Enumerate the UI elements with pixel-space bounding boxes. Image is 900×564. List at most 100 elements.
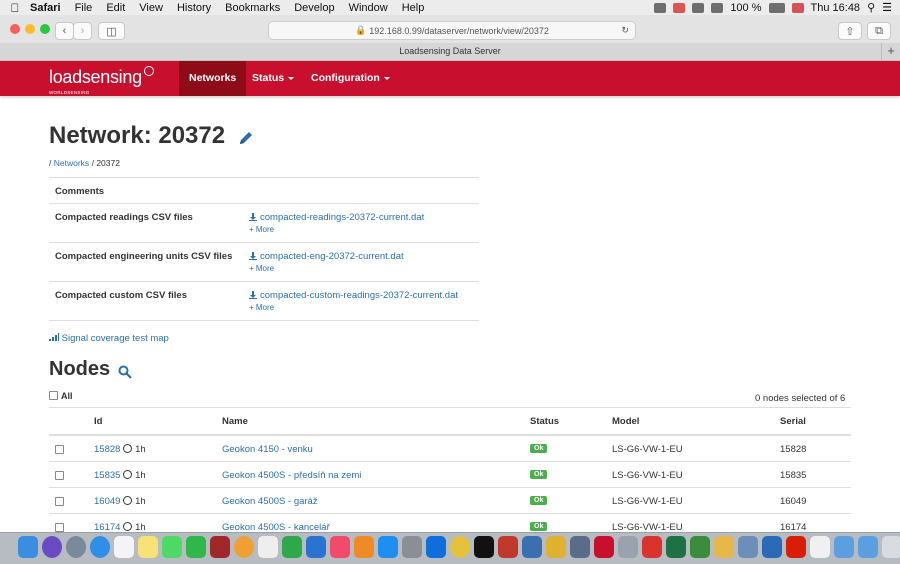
menu-help[interactable]: Help <box>402 2 425 14</box>
table-row[interactable]: 15835 1h Geokon 4500S - předsíň na zemi … <box>49 462 851 488</box>
app-icon[interactable] <box>546 536 566 558</box>
node-id-link[interactable]: 15828 <box>94 444 120 455</box>
column-header-model[interactable]: Model <box>612 416 639 427</box>
folder-icon[interactable] <box>858 536 878 558</box>
app-store-icon[interactable] <box>378 536 398 558</box>
menubar-clock[interactable]: Thu 16:48 <box>811 2 861 14</box>
pencil-icon[interactable] <box>238 130 254 146</box>
download-link[interactable]: compacted-readings-20372-current.dat <box>249 212 424 223</box>
volume-icon[interactable] <box>711 2 724 13</box>
app-icon[interactable] <box>594 536 614 558</box>
notes-icon[interactable] <box>138 536 158 558</box>
chrome-icon[interactable] <box>450 536 470 558</box>
sonos-icon[interactable] <box>474 536 494 558</box>
more-link[interactable]: + More <box>249 225 274 234</box>
brand-logo[interactable]: loadsensing WORLDSENSING <box>49 66 154 95</box>
trash-icon[interactable] <box>882 536 900 558</box>
battery-icon[interactable] <box>768 2 785 13</box>
parallels-icon[interactable] <box>642 536 662 558</box>
share-button[interactable]: ⇧ <box>838 22 862 40</box>
select-all[interactable]: All <box>49 391 73 401</box>
launchpad-icon[interactable] <box>66 536 86 558</box>
row-checkbox[interactable] <box>55 445 67 456</box>
keynote-icon[interactable] <box>306 536 326 558</box>
music-icon[interactable] <box>330 536 350 558</box>
menubar-app-name[interactable]: Safari <box>30 2 61 14</box>
siri-icon[interactable] <box>42 536 62 558</box>
finder-icon[interactable] <box>18 536 38 558</box>
spotlight-icon[interactable]: ⚲ <box>867 1 875 14</box>
window-close-button[interactable] <box>10 24 20 34</box>
outlook-icon[interactable] <box>762 536 782 558</box>
numbers-icon[interactable] <box>282 536 302 558</box>
app-icon[interactable] <box>522 536 542 558</box>
parallels-icon[interactable] <box>673 2 686 13</box>
column-header-id[interactable]: Id <box>94 416 102 427</box>
reminders-icon[interactable] <box>258 536 278 558</box>
app-icon[interactable] <box>570 536 590 558</box>
window-zoom-button[interactable] <box>40 24 50 34</box>
menu-history[interactable]: History <box>177 2 211 14</box>
flag-icon[interactable] <box>791 2 804 13</box>
document-icon[interactable] <box>810 536 830 558</box>
window-minimize-button[interactable] <box>25 24 35 34</box>
app-icon[interactable] <box>498 536 518 558</box>
excel-icon[interactable] <box>666 536 686 558</box>
sidebar-toggle-button[interactable]: ◫ <box>98 22 125 40</box>
menu-bookmarks[interactable]: Bookmarks <box>225 2 280 14</box>
node-name-link[interactable]: Geokon 4150 - venku <box>222 444 313 455</box>
safari-icon[interactable] <box>90 536 110 558</box>
tabs-overview-button[interactable]: ⧉ <box>867 22 891 40</box>
more-link[interactable]: + More <box>249 264 274 273</box>
row-checkbox[interactable] <box>55 471 67 482</box>
node-id-link[interactable]: 15835 <box>94 470 120 481</box>
facetime-icon[interactable] <box>186 536 206 558</box>
node-name-link[interactable]: Geokon 4500S - garáž <box>222 496 318 507</box>
breadcrumb-networks-link[interactable]: Networks <box>54 158 89 168</box>
calendar-icon[interactable] <box>114 536 134 558</box>
photos-icon[interactable] <box>234 536 254 558</box>
menu-window[interactable]: Window <box>349 2 388 14</box>
notification-center-icon[interactable]: ☰ <box>882 1 892 14</box>
column-header-name[interactable]: Name <box>222 416 248 427</box>
dropbox-icon[interactable] <box>654 2 667 13</box>
select-all-checkbox[interactable] <box>49 391 58 400</box>
forward-button[interactable]: › <box>73 22 92 40</box>
search-icon[interactable] <box>118 365 132 379</box>
nav-configuration[interactable]: Configuration <box>311 61 390 96</box>
tab-title[interactable]: Loadsensing Data Server <box>399 46 501 56</box>
folder-icon[interactable] <box>834 536 854 558</box>
system-preferences-icon[interactable] <box>402 536 422 558</box>
menu-file[interactable]: File <box>75 2 93 14</box>
column-header-status[interactable]: Status <box>530 416 559 427</box>
address-bar[interactable]: 🔒 192.168.0.99/dataserver/network/view/2… <box>268 21 636 40</box>
more-link[interactable]: + More <box>249 303 274 312</box>
photo-booth-icon[interactable] <box>210 536 230 558</box>
books-icon[interactable] <box>354 536 374 558</box>
reload-icon[interactable]: ↻ <box>621 25 629 36</box>
menu-develop[interactable]: Develop <box>294 2 334 14</box>
acrobat-icon[interactable] <box>786 536 806 558</box>
menu-edit[interactable]: Edit <box>106 2 125 14</box>
teamviewer-icon[interactable] <box>426 536 446 558</box>
table-row[interactable]: 15828 1h Geokon 4150 - venku Ok LS-G6-VW… <box>49 436 851 462</box>
app-icon[interactable] <box>618 536 638 558</box>
nav-status[interactable]: Status <box>252 61 295 96</box>
download-link[interactable]: compacted-eng-20372-current.dat <box>249 251 404 262</box>
row-checkbox[interactable] <box>55 497 67 508</box>
table-row[interactable]: 16049 1h Geokon 4500S - garáž Ok LS-G6-V… <box>49 488 851 514</box>
downloads-icon[interactable] <box>690 536 710 558</box>
new-tab-button[interactable]: + <box>881 43 900 60</box>
battery-percent[interactable]: 100 % <box>730 2 761 14</box>
signal-coverage-link[interactable]: Signal coverage test map <box>49 333 169 344</box>
apple-menu-icon[interactable]:  <box>0 1 30 15</box>
folder-icon[interactable] <box>714 536 734 558</box>
messages-icon[interactable] <box>162 536 182 558</box>
wifi-icon[interactable] <box>692 2 705 13</box>
node-id-link[interactable]: 16049 <box>94 496 120 507</box>
menu-view[interactable]: View <box>139 2 163 14</box>
column-header-serial[interactable]: Serial <box>780 416 806 427</box>
download-link[interactable]: compacted-custom-readings-20372-current.… <box>249 290 458 301</box>
app-icon[interactable] <box>738 536 758 558</box>
back-button[interactable]: ‹ <box>55 22 74 40</box>
